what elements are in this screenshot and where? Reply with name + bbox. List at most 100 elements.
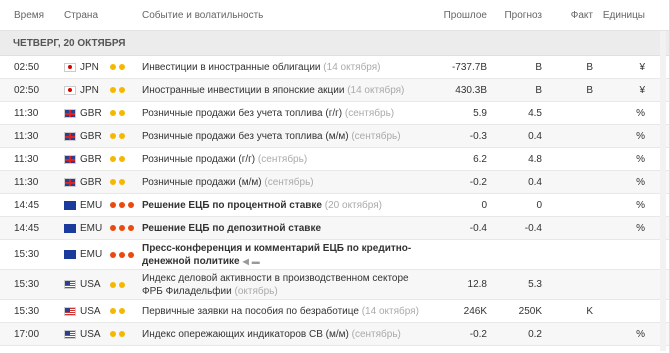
country-cell: USA	[64, 306, 101, 317]
header-actual[interactable]: Факт	[571, 10, 593, 21]
header-previous[interactable]: Прошлое	[444, 10, 487, 21]
forecast-value: 0.2	[528, 328, 542, 340]
previous-value: 430.3B	[455, 84, 487, 96]
country-code: EMU	[80, 199, 103, 211]
volatility-dot-icon	[119, 331, 125, 337]
header-forecast[interactable]: Прогноз	[504, 10, 542, 21]
event-name[interactable]: Пресс-конференция и комментарий ЕЦБ по к…	[142, 242, 432, 268]
table-row[interactable]: 02:50 JPN Инвестиции в иностранные облигац…	[0, 56, 669, 79]
table-header: Время Страна Событие и волатильность Про…	[0, 0, 669, 31]
previous-value: 0	[481, 199, 487, 211]
flag-us-icon	[64, 329, 76, 339]
event-name[interactable]: Розничные продажи без учета топлива (м/м…	[142, 130, 432, 143]
event-period: (сентябрь)	[351, 328, 401, 340]
event-name[interactable]: Решение ЕЦБ по депозитной ставке	[142, 222, 432, 235]
event-name[interactable]: Розничные продажи (г/г) (сентябрь)	[142, 153, 432, 166]
header-units[interactable]: Единицы	[603, 10, 645, 21]
time-cell: 11:30	[14, 107, 39, 119]
volatility-dot-icon	[128, 202, 134, 208]
header-country[interactable]: Страна	[64, 10, 98, 21]
volatility-indicator	[110, 87, 128, 93]
flag-jp-icon	[64, 62, 76, 72]
flag-gb-icon	[64, 177, 76, 187]
table-row[interactable]: 14:45 EMU Решение ЕЦБ по депозитной ставке…	[0, 217, 669, 240]
table-row[interactable]: 02:50 JPN Иностранные инвестиции в японски…	[0, 79, 669, 102]
event-period: (20 октября)	[324, 199, 382, 211]
event-name[interactable]: Первичные заявки на пособия по безработи…	[142, 305, 432, 318]
event-name[interactable]: Решение ЕЦБ по процентной ставке (20 окт…	[142, 199, 432, 212]
event-name[interactable]: Инвестиции в иностранные облигации (14 о…	[142, 61, 432, 74]
event-title[interactable]: Первичные заявки на пособия по безработи…	[142, 306, 359, 317]
volatility-dot-icon	[128, 225, 134, 231]
table-row[interactable]: 11:30 GBR Розничные продажи без учета топл…	[0, 102, 669, 125]
event-name[interactable]: Иностранные инвестиции в японские акции …	[142, 84, 432, 97]
event-title[interactable]: Инвестиции в иностранные облигации	[142, 62, 321, 73]
header-event[interactable]: Событие и волатильность	[142, 10, 263, 21]
country-cell: JPN	[64, 85, 99, 96]
table-row[interactable]: 11:30 GBR Розничные продажи без учета топл…	[0, 125, 669, 148]
country-code: USA	[80, 305, 101, 317]
event-title[interactable]: Пресс-конференция и комментарий ЕЦБ по к…	[142, 243, 411, 267]
time-cell: 11:30	[14, 176, 39, 188]
unit-value: ¥	[639, 61, 645, 73]
actual-value: B	[586, 61, 593, 73]
table-row[interactable]: 15:30 EMU Пресс-конференция и комментарий …	[0, 240, 669, 270]
volatility-indicator	[110, 225, 137, 231]
header-time[interactable]: Время	[14, 10, 44, 21]
event-title[interactable]: Розничные продажи (г/г)	[142, 154, 255, 165]
volatility-dot-icon	[119, 281, 125, 288]
event-title[interactable]: Иностранные инвестиции в японские акции	[142, 85, 344, 96]
forecast-value: 0.4	[528, 176, 542, 188]
previous-value: 246K	[463, 305, 487, 317]
event-title[interactable]: Решение ЕЦБ по депозитной ставке	[142, 223, 321, 234]
volatility-indicator	[110, 281, 128, 288]
volatility-dot-icon	[110, 133, 116, 139]
volatility-indicator	[110, 202, 137, 208]
event-name[interactable]: Розничные продажи без учета топлива (г/г…	[142, 107, 432, 120]
volatility-dot-icon	[110, 251, 116, 258]
table-row[interactable]: 15:30 USA Индекс деловой активности в прои…	[0, 270, 669, 300]
actual-value: K	[586, 305, 593, 317]
event-name[interactable]: Розничные продажи (м/м) (сентябрь)	[142, 176, 432, 189]
previous-value: 6.2	[473, 153, 487, 165]
previous-value: -0.2	[469, 328, 487, 340]
flag-eu-icon	[64, 250, 76, 259]
time-cell: 14:45	[14, 199, 40, 211]
flag-eu-icon	[64, 223, 76, 233]
event-title[interactable]: Решение ЕЦБ по процентной ставке	[142, 200, 322, 211]
table-row[interactable]: 11:30 GBR Розничные продажи (м/м) (сентябр…	[0, 171, 669, 194]
table-row[interactable]: 11:30 GBR Розничные продажи (г/г) (сентябр…	[0, 148, 669, 171]
scrollbar[interactable]	[660, 31, 666, 351]
volatility-dot-icon	[119, 225, 125, 231]
event-title[interactable]: Индекс опережающих индикаторов СВ (м/м)	[142, 329, 349, 340]
event-title[interactable]: Розничные продажи без учета топлива (г/г…	[142, 108, 342, 119]
country-cell: EMU	[64, 200, 102, 211]
previous-value: -0.2	[469, 176, 487, 188]
table-row[interactable]: 17:00 USA Индекс опережающих индикаторов С…	[0, 323, 669, 346]
table-row[interactable]: 15:30 USA Первичные заявки на пособия по б…	[0, 300, 669, 323]
country-cell: USA	[64, 329, 101, 340]
volatility-dot-icon	[110, 87, 116, 93]
country-code: GBR	[80, 130, 102, 142]
volatility-dot-icon	[110, 202, 116, 208]
volatility-indicator	[110, 179, 128, 185]
forecast-value: 250K	[518, 305, 542, 317]
volatility-indicator	[110, 308, 128, 314]
country-cell: GBR	[64, 131, 102, 142]
country-code: EMU	[80, 222, 103, 234]
previous-value: -737.7B	[451, 61, 487, 73]
volatility-dot-icon	[119, 308, 125, 314]
speaker-icon: ◀	[242, 256, 249, 266]
table-row[interactable]: 14:45 EMU Решение ЕЦБ по процентной ставке…	[0, 194, 669, 217]
event-title[interactable]: Розничные продажи без учета топлива (м/м…	[142, 131, 349, 142]
event-name[interactable]: Индекс опережающих индикаторов СВ (м/м) …	[142, 328, 432, 341]
country-code: GBR	[80, 107, 102, 119]
actual-value: B	[586, 84, 593, 96]
country-code: EMU	[80, 249, 103, 260]
volatility-dot-icon	[119, 133, 125, 139]
forecast-value: B	[535, 61, 542, 73]
event-name[interactable]: Индекс деловой активности в производстве…	[142, 272, 432, 298]
event-title[interactable]: Розничные продажи (м/м)	[142, 177, 262, 188]
time-cell: 02:50	[14, 84, 40, 96]
unit-value: %	[636, 130, 645, 142]
